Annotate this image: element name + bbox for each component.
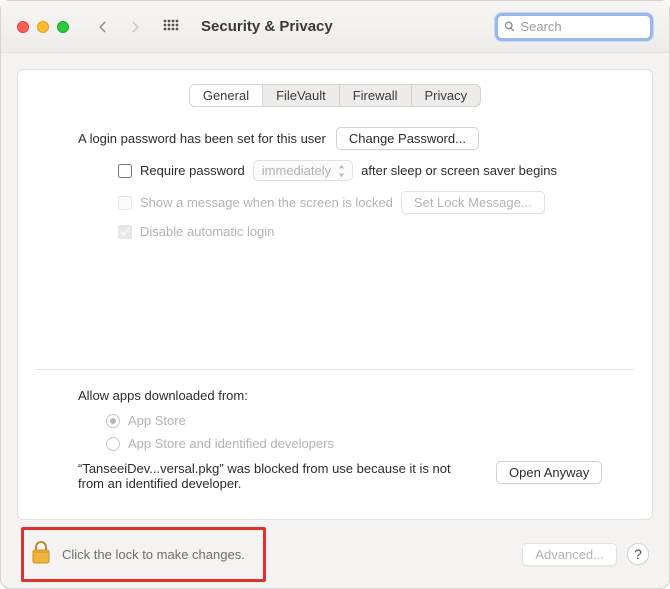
set-lock-message-button: Set Lock Message...	[401, 191, 545, 214]
lock-icon[interactable]	[30, 540, 52, 569]
radio-identified-devs	[106, 437, 120, 451]
allow-apps-section: Allow apps downloaded from: App Store Ap…	[18, 370, 652, 501]
require-password-checkbox[interactable]	[118, 164, 132, 178]
allow-apps-heading: Allow apps downloaded from:	[78, 388, 618, 403]
window-controls	[17, 21, 69, 33]
lock-area-highlight: Click the lock to make changes.	[21, 527, 266, 582]
search-input[interactable]	[520, 19, 644, 34]
tab-group: General FileVault Firewall Privacy	[189, 84, 481, 107]
change-password-button[interactable]: Change Password...	[336, 127, 479, 150]
search-icon	[504, 20, 515, 33]
blocked-app-text: “TanseeiDev...versal.pkg” was blocked fr…	[78, 461, 478, 491]
minimize-window-button[interactable]	[37, 21, 49, 33]
back-button[interactable]	[91, 15, 115, 39]
tab-general[interactable]: General	[190, 85, 263, 106]
require-password-delay-dropdown[interactable]: immediately	[253, 160, 353, 181]
radio-identified-devs-row: App Store and identified developers	[78, 436, 618, 451]
window-title: Security & Privacy	[201, 18, 333, 35]
security-privacy-window: Security & Privacy General FileVault Fir…	[0, 0, 670, 589]
tab-filevault[interactable]: FileVault	[263, 85, 340, 106]
lock-text: Click the lock to make changes.	[62, 547, 245, 562]
radio-app-store-row: App Store	[78, 413, 618, 428]
open-anyway-button[interactable]: Open Anyway	[496, 461, 602, 484]
tab-bar: General FileVault Firewall Privacy	[18, 84, 652, 107]
forward-button[interactable]	[123, 15, 147, 39]
login-password-text: A login password has been set for this u…	[78, 131, 326, 146]
zoom-window-button[interactable]	[57, 21, 69, 33]
radio-identified-devs-label: App Store and identified developers	[128, 436, 334, 451]
disable-auto-login-label: Disable automatic login	[140, 224, 274, 239]
require-password-suffix: after sleep or screen saver begins	[361, 163, 557, 178]
help-button[interactable]: ?	[627, 543, 649, 565]
footer-bar: Click the lock to make changes. Advanced…	[1, 520, 669, 588]
radio-app-store	[106, 414, 120, 428]
tab-firewall[interactable]: Firewall	[340, 85, 412, 106]
content-area: General FileVault Firewall Privacy A log…	[1, 53, 669, 520]
require-password-delay-value: immediately	[262, 163, 331, 178]
titlebar: Security & Privacy	[1, 1, 669, 53]
disable-auto-login-checkbox	[118, 225, 132, 239]
tab-privacy[interactable]: Privacy	[412, 85, 481, 106]
show-message-label: Show a message when the screen is locked	[140, 195, 393, 210]
close-window-button[interactable]	[17, 21, 29, 33]
chevron-up-down-icon	[337, 165, 346, 177]
advanced-button: Advanced...	[522, 543, 617, 566]
main-panel: General FileVault Firewall Privacy A log…	[17, 69, 653, 520]
search-field-wrap[interactable]	[495, 13, 653, 41]
show-all-prefs-button[interactable]	[159, 15, 183, 39]
radio-app-store-label: App Store	[128, 413, 186, 428]
require-password-label: Require password	[140, 163, 245, 178]
login-password-section: A login password has been set for this u…	[18, 107, 652, 259]
show-message-checkbox	[118, 196, 132, 210]
